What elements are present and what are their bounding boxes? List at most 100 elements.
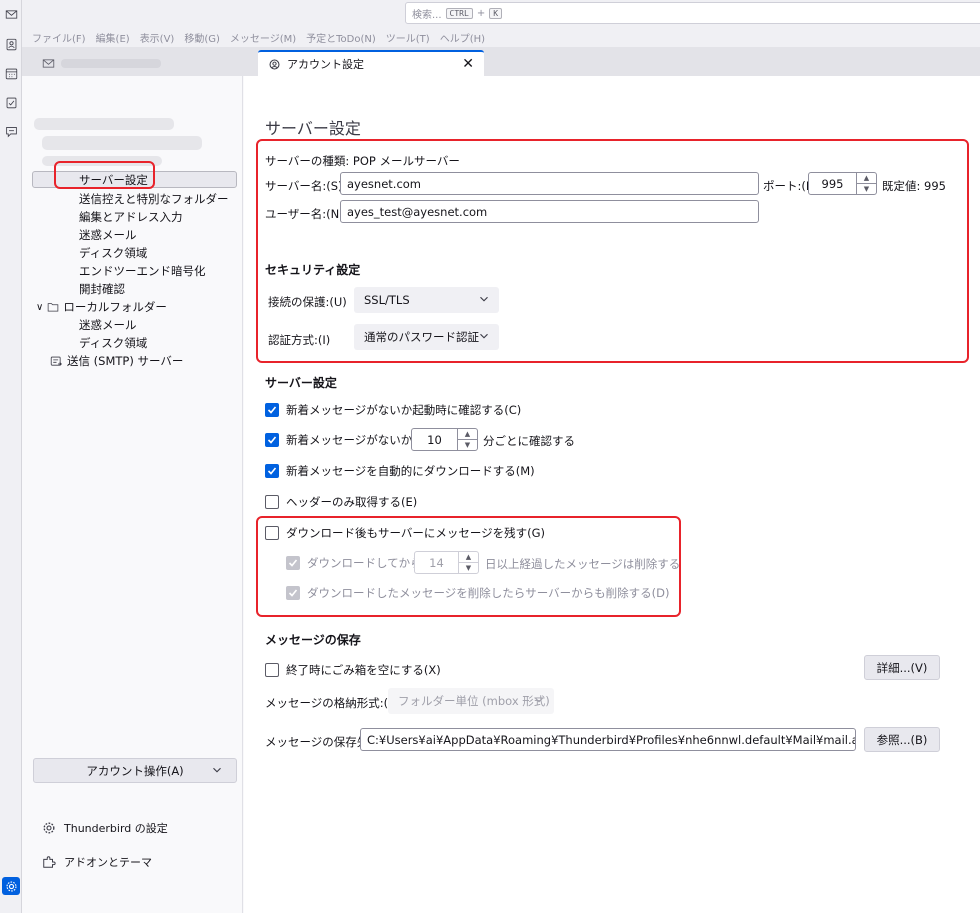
sidebar-item-junk[interactable]: 迷惑メール xyxy=(79,227,137,243)
sidebar-item-composition[interactable]: 編集とアドレス入力 xyxy=(79,209,183,225)
menu-tools[interactable]: ツール(T) xyxy=(386,30,430,45)
chevron-down-icon xyxy=(480,333,488,339)
delete-on-server-checkbox[interactable]: ダウンロードしたメッセージを削除したらサーバーからも削除する(D) xyxy=(286,585,669,601)
server-settings-heading: サーバー設定 xyxy=(265,376,337,390)
sidebar-item-disk-space[interactable]: ディスク領域 xyxy=(79,245,147,261)
sidebar-item-local-folders[interactable]: ∨ ローカルフォルダー xyxy=(36,299,167,315)
check-every-checkbox[interactable]: 新着メッセージがないか(Y) xyxy=(265,432,428,448)
headers-only-checkbox[interactable]: ヘッダーのみ取得する(E) xyxy=(265,494,417,510)
auth-method-label: 認証方式:(I) xyxy=(268,333,331,347)
account-tree-sidebar: サーバー設定 送信控えと特別なフォルダー 編集とアドレス入力 迷惑メール ディス… xyxy=(22,76,243,913)
addons-label: アドオンとテーマ xyxy=(64,856,152,869)
checkbox-label: 新着メッセージがないか起動時に確認する(C) xyxy=(286,403,522,417)
settings-icon[interactable] xyxy=(2,877,20,895)
menu-events-tasks[interactable]: 予定とToDo(N) xyxy=(306,30,376,45)
sidebar-item-server-settings[interactable]: サーバー設定 xyxy=(32,171,237,188)
checkbox-unchecked[interactable] xyxy=(265,495,279,509)
chat-icon[interactable] xyxy=(2,122,20,140)
store-type-select[interactable]: フォルダー単位 (mbox 形式) xyxy=(388,688,554,714)
leave-on-server-checkbox[interactable]: ダウンロード後もサーバーにメッセージを残す(G) xyxy=(265,525,545,541)
sidebar-item-return-receipts[interactable]: 開封確認 xyxy=(79,281,125,297)
chevron-up-icon[interactable]: ▲ xyxy=(857,173,876,183)
shortcut-plus: + xyxy=(476,7,486,19)
menu-edit[interactable]: 編集(E) xyxy=(96,30,130,45)
global-search-input[interactable]: 検索... CTRL + K xyxy=(405,2,980,24)
sidebar-item-label: ディスク領域 xyxy=(79,336,148,350)
folder-icon xyxy=(48,303,59,312)
connection-security-select[interactable]: SSL/TLS xyxy=(354,287,499,313)
sidebar-item-label: 編集とアドレス入力 xyxy=(79,210,183,224)
blurred-tab-title xyxy=(61,58,161,68)
checkbox-checked-disabled[interactable] xyxy=(286,586,300,600)
chevron-down-icon xyxy=(480,296,488,302)
checkbox-label: ヘッダーのみ取得する(E) xyxy=(286,495,418,509)
server-settings-pane: サーバー設定 サーバーの種類: POP メールサーバー サーバー名:(S) ay… xyxy=(244,76,980,913)
local-directory-label: メッセージの保存先: xyxy=(265,735,373,749)
blurred-account-line xyxy=(42,156,162,166)
checkbox-label: 新着メッセージがないか(Y) xyxy=(286,433,429,447)
menu-help[interactable]: ヘルプ(H) xyxy=(440,30,485,45)
account-actions-button[interactable]: アカウント操作(A) xyxy=(33,758,237,783)
auth-method-value: 通常のパスワード認証 xyxy=(364,330,479,344)
sidebar-item-smtp[interactable]: 送信 (SMTP) サーバー xyxy=(50,353,183,369)
port-stepper[interactable]: 995 ▲ ▼ xyxy=(808,172,877,195)
check-on-startup-checkbox[interactable]: 新着メッセージがないか起動時に確認する(C) xyxy=(265,402,521,418)
sidebar-item-local-junk[interactable]: 迷惑メール xyxy=(79,317,137,333)
menu-bar: ファイル(F) 編集(E) 表示(V) 移動(G) メッセージ(M) 予定とTo… xyxy=(22,27,980,47)
close-icon[interactable]: ✕ xyxy=(462,56,474,72)
browse-button[interactable]: 参照...(B) xyxy=(864,727,940,752)
check-interval-stepper[interactable]: 10 ▲ ▼ xyxy=(411,428,478,451)
chevron-down-icon xyxy=(213,767,221,773)
sidebar-item-label: ディスク領域 xyxy=(79,246,148,260)
checkbox-checked-disabled[interactable] xyxy=(286,556,300,570)
checkbox-unchecked[interactable] xyxy=(265,663,279,677)
outgoing-server-icon xyxy=(50,356,62,366)
checkbox-unchecked[interactable] xyxy=(265,526,279,540)
empty-trash-checkbox[interactable]: 終了時にごみ箱を空にする(X) xyxy=(265,662,441,678)
checkbox-checked[interactable] xyxy=(265,464,279,478)
auto-download-checkbox[interactable]: 新着メッセージを自動的にダウンロードする(M) xyxy=(265,463,535,479)
server-name-input[interactable]: ayesnet.com xyxy=(340,172,759,195)
thunderbird-settings-link[interactable]: Thunderbird の設定 xyxy=(42,820,168,836)
mail-icon[interactable] xyxy=(2,5,20,23)
chevron-up-icon[interactable]: ▲ xyxy=(459,552,478,562)
mail-icon xyxy=(42,58,55,68)
sidebar-item-label: 開封確認 xyxy=(79,282,125,296)
auth-method-select[interactable]: 通常のパスワード認証 xyxy=(354,324,499,350)
advanced-button[interactable]: 詳細...(V) xyxy=(864,655,940,680)
store-type-label: メッセージの格納形式:(T) xyxy=(265,696,400,710)
connection-security-label: 接続の保護:(U) xyxy=(268,295,347,309)
chevron-down-icon xyxy=(535,697,543,703)
calendar-icon[interactable] xyxy=(2,64,20,82)
username-input[interactable]: ayes_test@ayesnet.com xyxy=(340,200,759,223)
chevron-up-icon[interactable]: ▲ xyxy=(458,429,477,439)
settings-label: Thunderbird の設定 xyxy=(64,822,168,835)
chevron-down-icon[interactable]: ∨ xyxy=(36,302,43,313)
tab-account-settings[interactable]: アカウント設定 ✕ xyxy=(258,50,484,76)
gear-icon xyxy=(43,822,55,834)
account-actions-label: アカウント操作(A) xyxy=(86,763,184,778)
delete-days-stepper[interactable]: 14 ▲ ▼ xyxy=(414,551,479,574)
menu-file[interactable]: ファイル(F) xyxy=(32,30,86,45)
tasks-icon[interactable] xyxy=(2,93,20,111)
message-storage-heading: メッセージの保存 xyxy=(265,633,361,647)
tab-mail[interactable] xyxy=(32,50,252,76)
sidebar-item-local-disk-space[interactable]: ディスク領域 xyxy=(79,335,147,351)
menu-message[interactable]: メッセージ(M) xyxy=(230,30,296,45)
addons-themes-link[interactable]: アドオンとテーマ xyxy=(42,854,152,870)
blurred-account-name xyxy=(34,118,174,130)
menu-view[interactable]: 表示(V) xyxy=(140,30,175,45)
sidebar-item-copies-folders[interactable]: 送信控えと特別なフォルダー xyxy=(79,191,229,207)
sidebar-item-e2e-encryption[interactable]: エンドツーエンド暗号化 xyxy=(79,263,206,279)
connection-security-value: SSL/TLS xyxy=(364,293,410,307)
chevron-down-icon[interactable]: ▼ xyxy=(857,183,876,194)
sidebar-item-label: ローカルフォルダー xyxy=(63,300,167,314)
shortcut-key-ctrl: CTRL xyxy=(445,7,473,19)
local-directory-input[interactable]: C:¥Users¥ai¥AppData¥Roaming¥Thunderbird¥… xyxy=(360,728,856,751)
menu-go[interactable]: 移動(G) xyxy=(184,30,220,45)
address-book-icon[interactable] xyxy=(2,35,20,53)
checkbox-checked[interactable] xyxy=(265,403,279,417)
chevron-down-icon[interactable]: ▼ xyxy=(458,439,477,450)
chevron-down-icon[interactable]: ▼ xyxy=(459,562,478,573)
checkbox-checked[interactable] xyxy=(265,433,279,447)
